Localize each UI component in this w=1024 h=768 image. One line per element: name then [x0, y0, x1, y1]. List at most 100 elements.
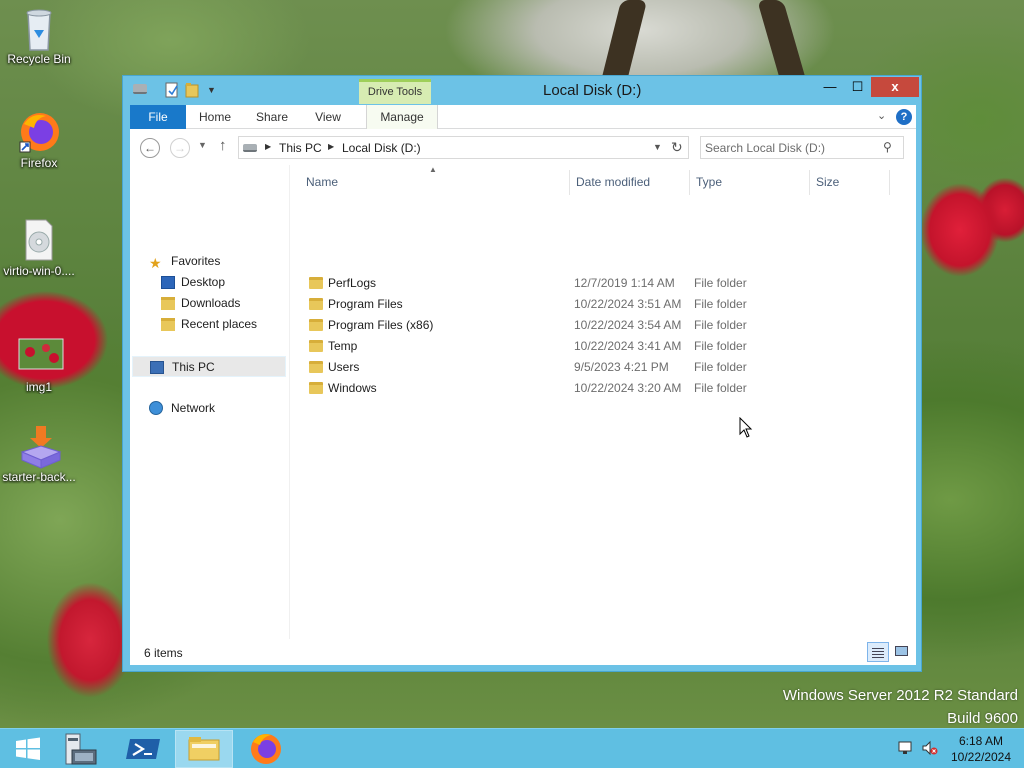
nav-item-label: Network: [171, 401, 216, 415]
navigation-bar: ← → ▼ ↑ ▶ This PC ▶ Local Disk (D:) ▼ ↻ …: [130, 129, 916, 165]
firefox-icon: [18, 110, 60, 153]
taskbar-server-manager[interactable]: [58, 730, 116, 768]
nav-item-this-pc[interactable]: This PC: [132, 356, 286, 377]
address-bar[interactable]: ▶ This PC ▶ Local Disk (D:) ▼ ↻: [238, 136, 689, 159]
file-row[interactable]: Program Files 10/22/2024 3:51 AM File fo…: [300, 294, 890, 315]
drive-icon: [243, 144, 257, 152]
desktop-icon-virtio-win[interactable]: virtio-win-0....: [0, 218, 78, 278]
customize-toolbar-chevron-down-icon[interactable]: ▼: [207, 85, 221, 101]
nav-item-favorites[interactable]: ★ Favorites: [130, 251, 288, 272]
taskbar-powershell[interactable]: [116, 730, 174, 768]
installer-package-icon: [18, 424, 62, 469]
nav-item-recent-places[interactable]: Recent places: [130, 314, 288, 335]
recent-locations-chevron-down-icon[interactable]: ▼: [198, 140, 207, 150]
disc-image-icon: [18, 218, 60, 261]
nav-item-label: Desktop: [181, 275, 226, 289]
file-name: Program Files: [328, 297, 403, 311]
desktop-icon-img1[interactable]: img1: [0, 334, 78, 394]
breadcrumb-chevron-right-icon[interactable]: ▶: [265, 142, 271, 151]
desktop-icon-label: starter-back...: [2, 470, 76, 484]
address-history-chevron-down-icon[interactable]: ▼: [653, 142, 662, 152]
nav-item-network[interactable]: Network: [130, 398, 288, 419]
search-icon[interactable]: ⚲: [883, 140, 892, 154]
properties-icon[interactable]: [165, 82, 179, 98]
back-button[interactable]: ←: [140, 138, 160, 158]
desktop-icon-label: Recycle Bin: [7, 52, 71, 66]
file-row[interactable]: PerfLogs 12/7/2019 1:14 AM File folder: [300, 273, 890, 294]
file-type: File folder: [694, 297, 747, 311]
minimize-button[interactable]: —: [816, 77, 844, 97]
file-row[interactable]: Temp 10/22/2024 3:41 AM File folder: [300, 336, 890, 357]
volume-muted-icon[interactable]: [922, 740, 938, 756]
window-title: Local Disk (D:): [543, 82, 642, 99]
large-icons-view-button[interactable]: [891, 642, 913, 662]
details-view-button[interactable]: [867, 642, 889, 662]
column-header-name[interactable]: Name: [300, 170, 570, 195]
nav-item-label: Recent places: [181, 317, 258, 331]
file-explorer-window: ▼ Drive Tools Local Disk (D:) — ☐ x File…: [122, 75, 922, 672]
file-name: Program Files (x86): [328, 318, 434, 332]
file-date-modified: 10/22/2024 3:20 AM: [574, 381, 682, 395]
large-icons-icon: [895, 646, 908, 656]
search-box[interactable]: ⚲: [700, 136, 904, 159]
status-bar: 6 items: [130, 639, 916, 665]
expand-ribbon-chevron-down-icon[interactable]: ⌄: [877, 109, 886, 122]
file-row[interactable]: Program Files (x86) 10/22/2024 3:54 AM F…: [300, 315, 890, 336]
windows-logo-icon: [16, 737, 40, 760]
breadcrumb-local-disk[interactable]: Local Disk (D:): [342, 141, 421, 155]
folder-icon: [309, 298, 323, 310]
drive-tools-contextual-group: Drive Tools: [359, 79, 431, 104]
column-header-size[interactable]: Size: [810, 170, 890, 195]
desktop-icon-label: Firefox: [20, 156, 58, 170]
nav-item-desktop[interactable]: Desktop: [130, 272, 288, 293]
explorer-content: ★ Favorites Desktop Downloads Recent pla…: [130, 165, 916, 639]
desktop-icon: [161, 276, 175, 289]
file-type: File folder: [694, 276, 747, 290]
network-status-icon[interactable]: [898, 740, 914, 756]
column-header-date-modified[interactable]: Date modified: [570, 170, 690, 195]
desktop-icon-recycle-bin[interactable]: Recycle Bin: [0, 6, 78, 66]
nav-item-downloads[interactable]: Downloads: [130, 293, 288, 314]
column-header-type[interactable]: Type: [690, 170, 810, 195]
system-clock[interactable]: 6:18 AM 10/22/2024: [944, 733, 1018, 765]
mouse-cursor-icon: [739, 417, 753, 438]
file-explorer-icon: [188, 737, 220, 761]
forward-button[interactable]: →: [170, 138, 190, 158]
close-button[interactable]: x: [871, 77, 919, 97]
help-icon[interactable]: ?: [896, 109, 912, 125]
clock-time: 6:18 AM: [958, 734, 1004, 748]
file-type: File folder: [694, 318, 747, 332]
tab-file[interactable]: File: [130, 105, 186, 129]
file-date-modified: 9/5/2023 4:21 PM: [574, 360, 669, 374]
recent-places-icon: [161, 318, 175, 331]
title-bar[interactable]: ▼ Drive Tools Local Disk (D:) — ☐ x: [123, 76, 921, 104]
tab-home[interactable]: Home: [194, 105, 236, 129]
taskbar-firefox[interactable]: [237, 730, 295, 768]
desktop-icon-starter-backup[interactable]: starter-back...: [0, 424, 78, 484]
tab-share[interactable]: Share: [248, 105, 296, 129]
file-row[interactable]: Users 9/5/2023 4:21 PM File folder: [300, 357, 890, 378]
folder-icon: [309, 382, 323, 394]
nav-item-label: This PC: [172, 360, 215, 374]
new-folder-icon[interactable]: [185, 82, 199, 98]
taskbar-file-explorer[interactable]: [175, 730, 233, 768]
powershell-icon: [126, 739, 160, 759]
search-input[interactable]: [705, 139, 875, 156]
clock-date: 10/22/2024: [950, 750, 1012, 764]
file-date-modified: 10/22/2024 3:54 AM: [574, 318, 682, 332]
tab-view[interactable]: View: [306, 105, 350, 129]
desktop-icon-firefox[interactable]: Firefox: [0, 110, 78, 170]
computer-icon: [150, 361, 164, 374]
up-one-level-arrow-icon[interactable]: ↑: [219, 137, 227, 154]
start-button[interactable]: [0, 730, 58, 768]
breadcrumb-this-pc[interactable]: This PC: [279, 141, 322, 155]
file-row[interactable]: Windows 10/22/2024 3:20 AM File folder: [300, 378, 890, 399]
recycle-bin-icon: [18, 6, 60, 51]
refresh-icon[interactable]: ↻: [671, 139, 683, 156]
desktop-icon-label: img1: [25, 380, 52, 394]
desktop-icon-label: virtio-win-0....: [3, 264, 75, 278]
folder-icon: [309, 361, 323, 373]
maximize-button[interactable]: ☐: [844, 77, 871, 97]
tab-manage[interactable]: Manage: [366, 105, 438, 129]
breadcrumb-chevron-right-icon[interactable]: ▶: [328, 142, 334, 151]
